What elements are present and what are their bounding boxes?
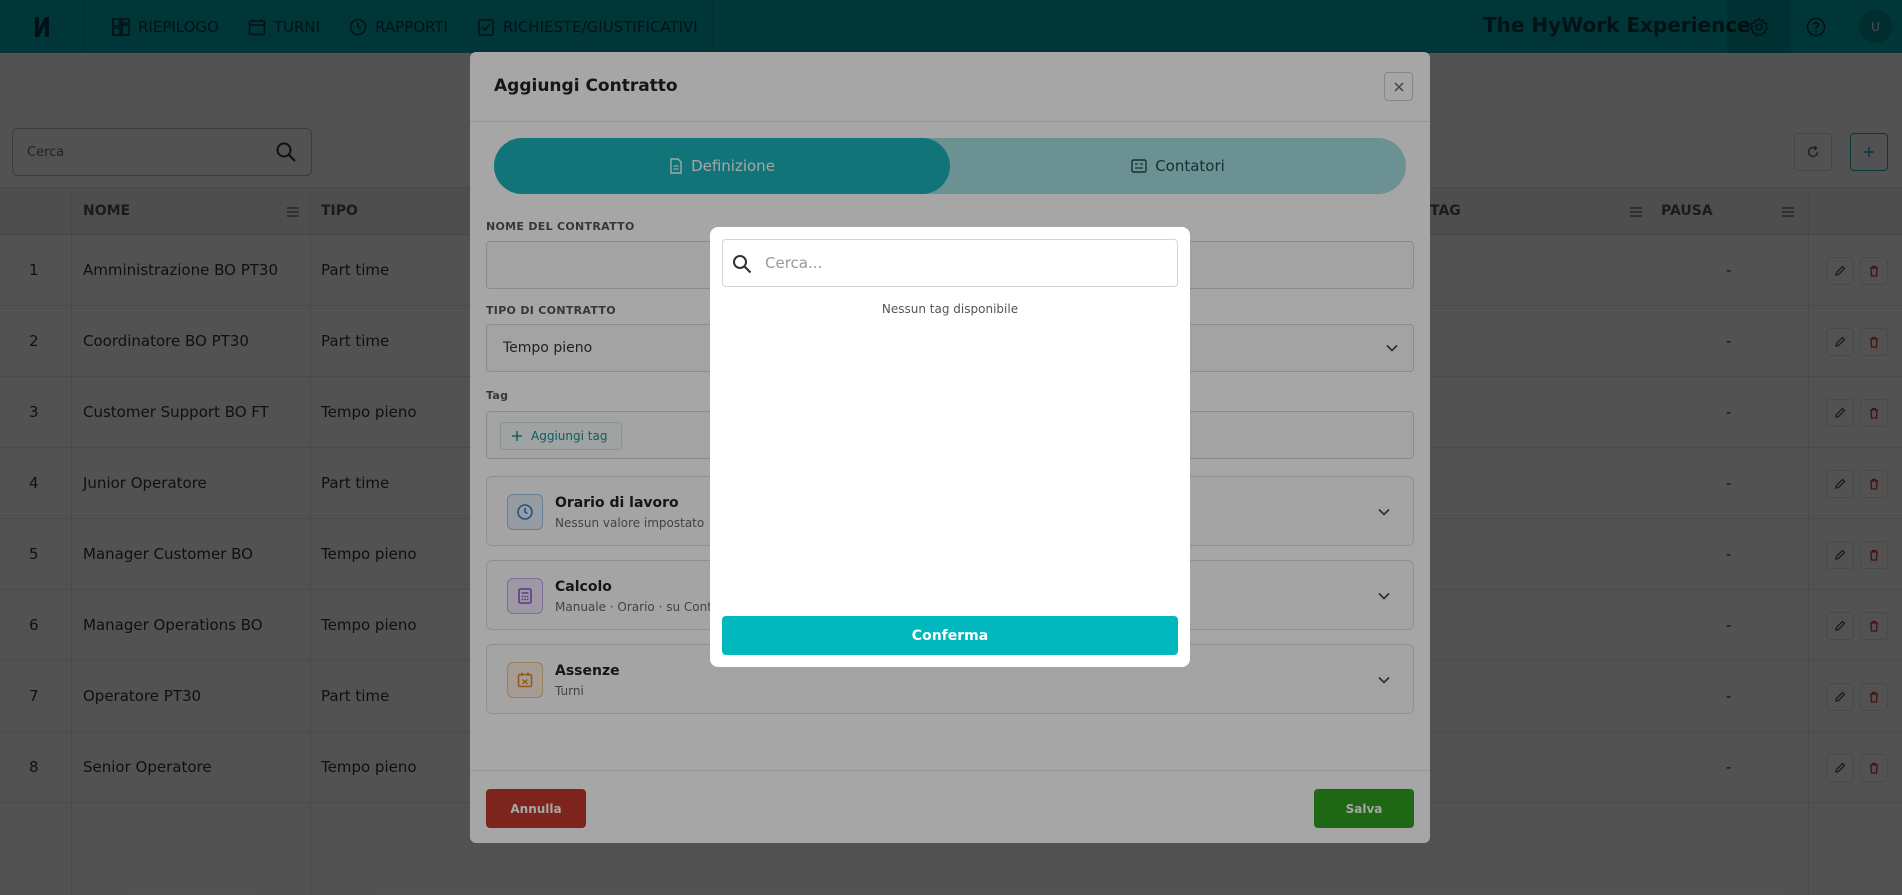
tag-picker-popup: Nessun tag disponibile Conferma	[710, 227, 1190, 667]
tag-search-field	[722, 239, 1178, 287]
tag-search-input[interactable]	[765, 248, 1165, 278]
empty-state-message: Nessun tag disponibile	[881, 302, 1019, 316]
search-icon	[733, 255, 752, 274]
confirm-button[interactable]: Conferma	[722, 616, 1178, 655]
